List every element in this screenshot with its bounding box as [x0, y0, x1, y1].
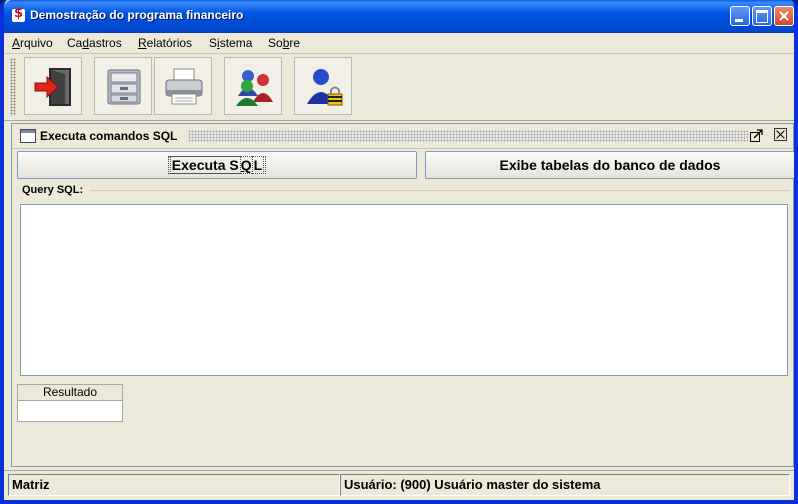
users-button[interactable] [224, 57, 282, 115]
main-window: Demostração do programa financeiro Arqui… [0, 0, 798, 504]
window-icon [20, 129, 36, 143]
exit-button[interactable] [24, 57, 82, 115]
status-branch: Matriz [8, 474, 340, 496]
printer-button[interactable] [154, 57, 212, 115]
printer-icon [165, 68, 203, 105]
app-dollar-icon[interactable] [12, 6, 25, 22]
close-button[interactable] [774, 6, 794, 26]
query-sql-textarea[interactable] [20, 204, 788, 376]
users-icon [236, 70, 273, 106]
toolbar-grip[interactable] [10, 58, 16, 116]
toolbar [4, 53, 794, 121]
exit-icon [34, 68, 71, 106]
user-lock-button[interactable] [294, 57, 352, 115]
menu-relatorios[interactable]: Relatórios [138, 36, 192, 50]
menu-bar: Arquivo Cadastros Relatórios Sistema Sob… [4, 33, 794, 53]
user-lock-icon [307, 69, 343, 106]
minimize-button[interactable] [730, 6, 750, 26]
internal-frame-title: Executa comandos SQL [40, 129, 178, 143]
status-user: Usuário: (900) Usuário master do sistema [340, 474, 790, 496]
result-column-header[interactable]: Resultado [17, 384, 123, 401]
maximize-button[interactable] [752, 6, 772, 26]
title-bar-texture [188, 130, 748, 142]
internal-frame-close-icon[interactable] [774, 128, 787, 141]
internal-frame-sql: Executa comandos SQL Executa SQL Exibe t… [11, 123, 794, 467]
file-cabinet-button[interactable] [94, 57, 152, 115]
title-bar[interactable]: Demostração do programa financeiro [4, 0, 794, 33]
restore-icon[interactable] [750, 129, 763, 142]
query-group-divider [90, 190, 790, 191]
result-table[interactable] [17, 401, 123, 422]
window-title: Demostração do programa financeiro [30, 8, 244, 22]
show-tables-button[interactable]: Exibe tabelas do banco de dados [425, 151, 794, 179]
query-sql-label: Query SQL: [22, 184, 84, 196]
menu-sobre[interactable]: Sobre [268, 36, 300, 50]
execute-sql-button[interactable]: Executa SQL [17, 151, 417, 179]
internal-frame-title-bar[interactable]: Executa comandos SQL [12, 124, 793, 149]
menu-arquivo[interactable]: Arquivo [12, 36, 53, 50]
menu-sistema[interactable]: Sistema [209, 36, 252, 50]
status-bar: Matriz Usuário: (900) Usuário master do … [4, 470, 794, 499]
menu-cadastros[interactable]: Cadastros [67, 36, 122, 50]
file-cabinet-icon [107, 69, 141, 105]
